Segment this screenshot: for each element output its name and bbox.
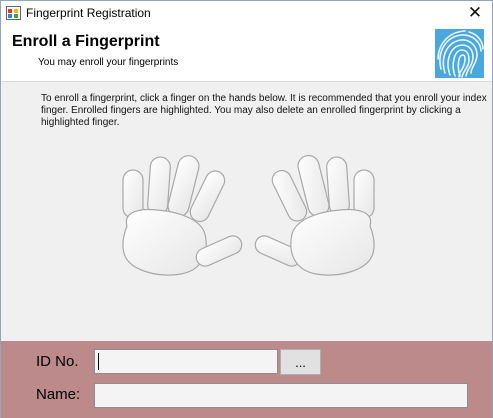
enrollment-form: ID No. ... Name:: [1, 341, 492, 418]
window-title: Fingerprint Registration: [26, 6, 151, 20]
name-label: Name:: [36, 386, 81, 403]
content-panel: To enroll a fingerprint, click a finger …: [1, 81, 492, 341]
name-input[interactable]: [94, 383, 468, 408]
page-subtitle: You may enroll your fingerprints: [38, 57, 179, 68]
close-button[interactable]: ✕: [457, 1, 493, 25]
instructions-text: To enroll a fingerprint, click a finger …: [41, 93, 487, 128]
right-ring-finger[interactable]: [326, 156, 350, 216]
wizard-header: Enroll a Fingerprint You may enroll your…: [1, 25, 492, 80]
page-title: Enroll a Fingerprint: [12, 33, 160, 50]
close-icon: ✕: [467, 3, 483, 23]
browse-id-button[interactable]: ...: [280, 349, 321, 375]
text-caret: [98, 353, 99, 370]
hands-diagram: [122, 154, 375, 276]
app-icon: [6, 6, 21, 20]
title-bar: Fingerprint Registration ✕: [1, 1, 492, 25]
id-label: ID No.: [36, 353, 79, 370]
fingerprint-registration-window: Fingerprint Registration ✕ Enroll a Fing…: [0, 0, 493, 418]
left-ring-finger[interactable]: [147, 156, 171, 216]
id-input[interactable]: [94, 349, 278, 374]
fingerprint-icon: [435, 29, 484, 78]
